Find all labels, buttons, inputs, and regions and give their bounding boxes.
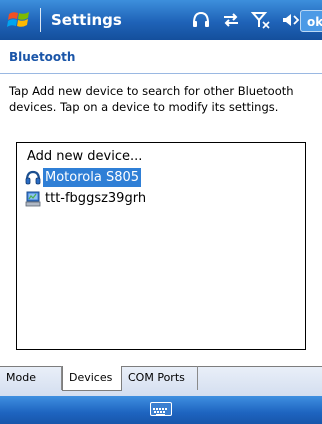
tab-devices[interactable]: Devices <box>62 366 122 391</box>
tab-com-ports[interactable]: COM Ports <box>122 366 198 390</box>
device-item-ttt[interactable]: ttt-fbggsz39grh <box>17 188 305 209</box>
connectivity-icon[interactable] <box>220 9 242 31</box>
device-label-motorola: Motorola S805 <box>43 168 142 187</box>
add-new-device-label: Add new device... <box>27 149 143 164</box>
title-bar: Settings ok <box>0 0 322 40</box>
device-label-ttt: ttt-fbggsz39grh <box>45 191 147 206</box>
bluetooth-headset-icon[interactable] <box>190 9 212 31</box>
ok-button[interactable]: ok <box>300 10 322 32</box>
tab-mode[interactable]: Mode <box>0 366 62 390</box>
windows-start-icon[interactable] <box>2 4 36 36</box>
menu-bar <box>0 396 322 424</box>
status-icons <box>190 0 302 40</box>
volume-muted-icon[interactable] <box>280 9 302 31</box>
computer-icon <box>25 191 41 207</box>
keyboard-icon[interactable] <box>150 402 172 416</box>
add-new-device-item[interactable]: Add new device... <box>17 146 305 167</box>
title-divider <box>40 8 41 32</box>
headset-icon <box>25 170 41 186</box>
signal-off-icon[interactable] <box>250 9 272 31</box>
page-header: Bluetooth <box>0 40 322 74</box>
page-title: Bluetooth <box>9 50 76 64</box>
window-title: Settings <box>51 11 122 29</box>
description-text: Tap Add new device to search for other B… <box>9 84 294 114</box>
device-list[interactable]: Add new device... Motorola S805 ttt-fbgg… <box>16 142 306 350</box>
tab-bar: Mode Devices COM Ports <box>0 366 322 396</box>
device-item-motorola[interactable]: Motorola S805 <box>17 167 305 188</box>
